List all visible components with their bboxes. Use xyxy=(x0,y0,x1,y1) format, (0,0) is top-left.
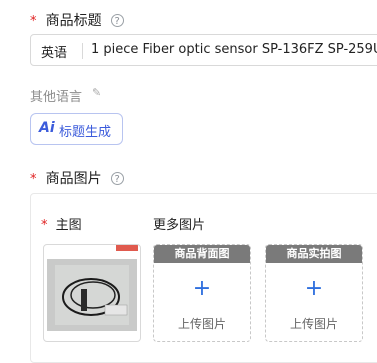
product-image xyxy=(47,259,137,331)
images-label: 商品图片 xyxy=(45,171,102,187)
main-image-label-group: * 主图 xyxy=(41,214,82,233)
title-input-value[interactable]: 1 piece Fiber optic sensor SP-136FZ SP-2… xyxy=(91,42,377,57)
help-icon[interactable]: ? xyxy=(110,14,124,27)
slot-header: 商品背面图 xyxy=(154,245,250,263)
plus-icon[interactable]: + xyxy=(154,278,250,300)
pencil-icon[interactable]: ✎ xyxy=(92,86,101,99)
images-panel: * 主图 更多图片 商品背面图 + 上传图片 商品实拍图 + 上传图片 xyxy=(30,193,377,363)
title-section-header: * 商品标题 ? xyxy=(30,10,124,30)
main-image-label: 主图 xyxy=(55,218,82,233)
title-label: 商品标题 xyxy=(45,13,102,29)
ai-title-generate-button[interactable]: Ai 标题生成 xyxy=(30,113,123,145)
upload-label[interactable]: 上传图片 xyxy=(154,315,250,332)
more-images-label: 更多图片 xyxy=(153,218,206,233)
real-photo-slot[interactable]: 商品实拍图 + 上传图片 xyxy=(265,244,363,342)
upload-label[interactable]: 上传图片 xyxy=(266,315,362,332)
ai-icon: Ai xyxy=(39,120,55,136)
help-icon[interactable]: ? xyxy=(110,172,124,185)
other-languages-link[interactable]: 其他语言 xyxy=(30,86,82,105)
slot-header: 商品实拍图 xyxy=(266,245,362,263)
product-tag xyxy=(116,245,138,251)
divider xyxy=(82,43,83,59)
title-input[interactable]: 英语 1 piece Fiber optic sensor SP-136FZ S… xyxy=(30,34,377,66)
language-select[interactable]: 英语 xyxy=(41,42,67,61)
required-mark: * xyxy=(30,14,37,29)
plus-icon[interactable]: + xyxy=(266,278,362,300)
required-mark: * xyxy=(30,172,37,187)
ai-button-label: 标题生成 xyxy=(59,125,112,140)
back-image-slot[interactable]: 商品背面图 + 上传图片 xyxy=(153,244,251,342)
main-image-slot[interactable] xyxy=(43,244,141,342)
required-mark: * xyxy=(41,218,48,233)
images-section-header: * 商品图片 ? xyxy=(30,168,124,188)
